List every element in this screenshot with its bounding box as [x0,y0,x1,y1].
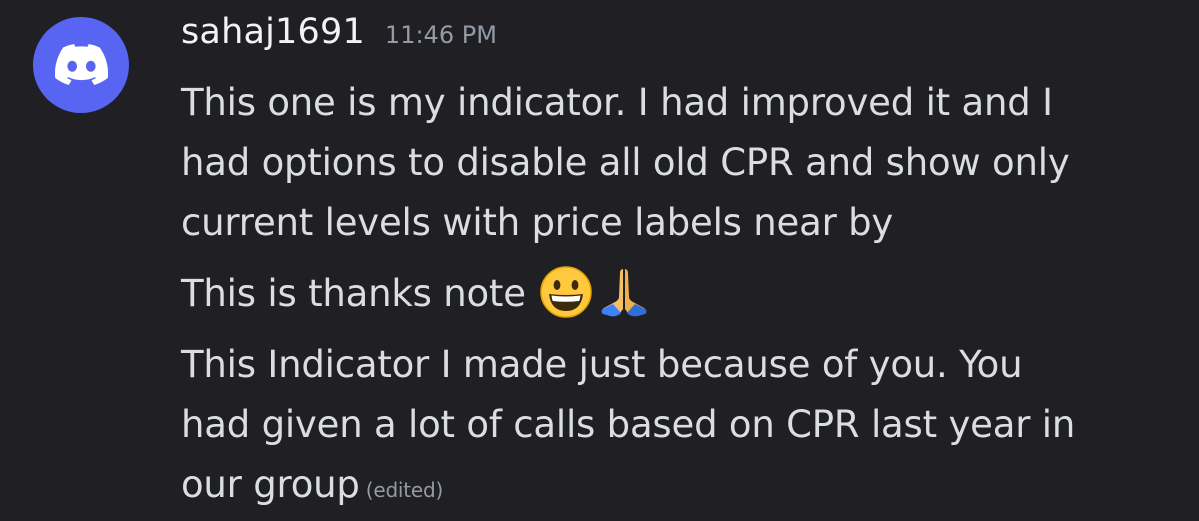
avatar[interactable] [33,17,129,113]
message-header: sahaj1691 11:46 PM [181,12,497,72]
timestamp[interactable]: 11:46 PM [385,21,497,49]
grinning-face-icon[interactable] [537,263,595,321]
message-line: This one is my indicator. I had improved… [181,81,1053,124]
message-line: This Indicator I made just because of yo… [181,343,1023,386]
chat-message: sahaj1691 11:46 PM This one is my indica… [0,0,1199,521]
message-line-text: our group [181,463,360,506]
message-line: had given a lot of calls based on CPR la… [181,403,1076,446]
folded-hands-icon[interactable] [595,263,653,321]
discord-logo-icon [54,44,108,85]
edited-label: (edited) [365,478,444,502]
message-line-text: This is thanks note [181,272,538,315]
message-line: current levels with price labels near by [181,201,894,244]
message-line-with-emoji: This is thanks note [181,264,653,325]
username[interactable]: sahaj1691 [181,12,365,52]
message-line: had options to disable all old CPR and s… [181,141,1070,184]
message-line-last: our group (edited) [181,455,443,520]
